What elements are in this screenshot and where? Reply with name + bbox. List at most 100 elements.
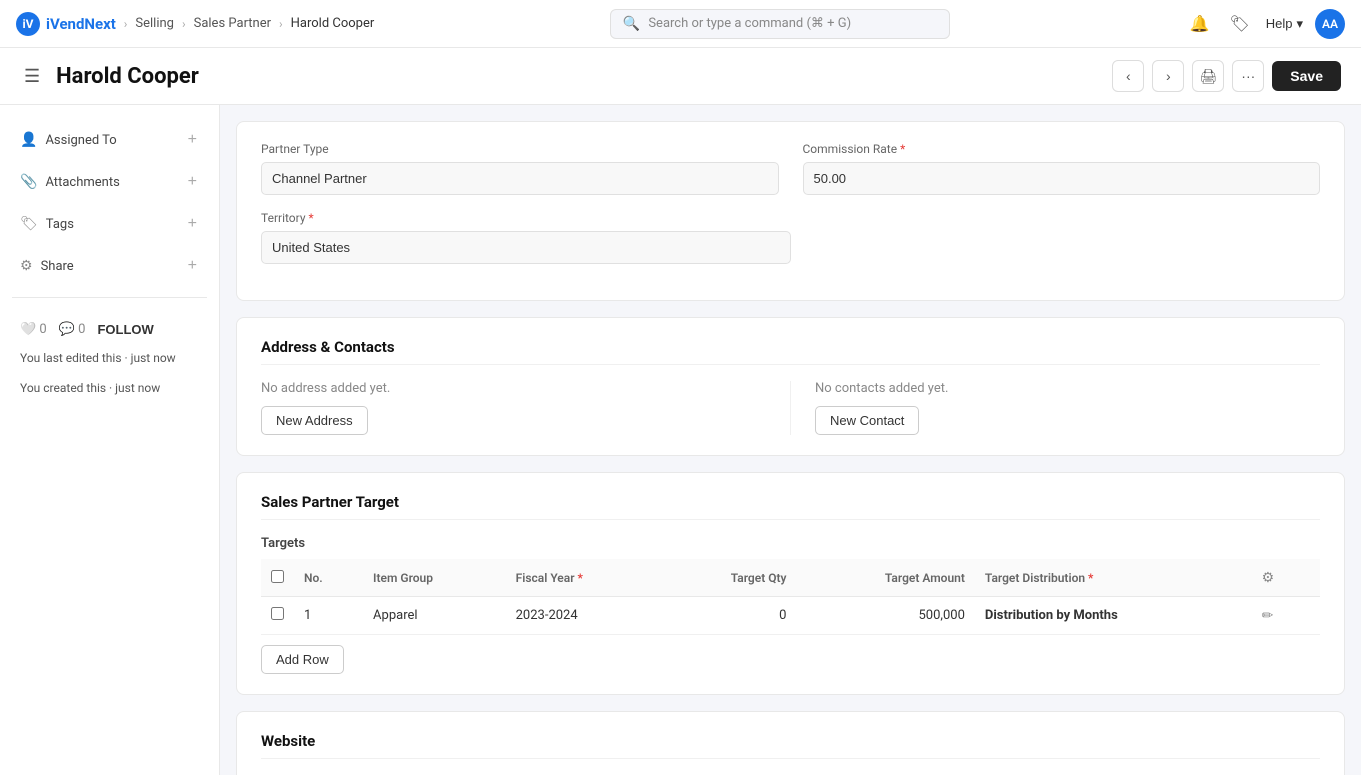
col-target-amount: Target Amount	[796, 559, 974, 597]
nav-left: iV iVendNext › Selling › Sales Partner ›…	[16, 12, 374, 36]
row-edit-cell: ✏	[1248, 597, 1320, 635]
attachments-add-button[interactable]: +	[186, 171, 199, 193]
tags-add-button[interactable]: +	[186, 213, 199, 235]
col-fiscal-year: Fiscal Year *	[506, 559, 662, 597]
breadcrumb-sep-3: ›	[279, 17, 283, 31]
search-bar[interactable]: 🔍 Search or type a command (⌘ + G)	[610, 9, 950, 39]
prev-button[interactable]: ‹	[1112, 60, 1144, 92]
breadcrumb-sep-1: ›	[124, 17, 128, 31]
notifications-icon[interactable]: 🔔	[1185, 10, 1213, 38]
brand-icon: iV	[16, 12, 40, 36]
col-item-group: Item Group	[363, 559, 506, 597]
follow-button[interactable]: FOLLOW	[97, 322, 153, 337]
layout: 👤 Assigned To + 📎 Attachments + 🏷 Tags +…	[0, 105, 1361, 775]
col-actions-header: ⚙	[1248, 559, 1320, 597]
address-contacts-title: Address & Contacts	[261, 338, 1320, 365]
breadcrumb-current: Harold Cooper	[291, 16, 375, 31]
address-col: No address added yet. New Address	[261, 381, 790, 435]
table-header-checkbox	[261, 559, 294, 597]
save-button[interactable]: Save	[1272, 61, 1341, 91]
sales-target-card: Sales Partner Target Targets No. Item Gr…	[236, 472, 1345, 695]
territory-row: Territory	[261, 211, 1320, 264]
sidebar-item-assigned-to[interactable]: 👤 Assigned To +	[12, 121, 207, 159]
chevron-down-icon: ▾	[1296, 16, 1303, 32]
row-no: 1	[294, 597, 363, 635]
table-settings-button[interactable]: ⚙	[1258, 567, 1279, 588]
targets-label: Targets	[261, 536, 1320, 551]
partner-type-group: Partner Type	[261, 142, 779, 195]
row-edit-button[interactable]: ✏	[1258, 605, 1278, 626]
breadcrumb-sales-partner[interactable]: Sales Partner	[194, 16, 271, 31]
breadcrumb-selling[interactable]: Selling	[135, 16, 174, 31]
help-label: Help	[1266, 16, 1293, 31]
col-no: No.	[294, 559, 363, 597]
sidebar-divider	[12, 297, 207, 298]
address-contacts-card: Address & Contacts No address added yet.…	[236, 317, 1345, 456]
brand-label: iVendNext	[46, 15, 116, 33]
breadcrumb-sep-2: ›	[182, 17, 186, 31]
next-button[interactable]: ›	[1152, 60, 1184, 92]
brand[interactable]: iV iVendNext	[16, 12, 116, 36]
partner-commission-row: Partner Type Commission Rate	[261, 142, 1320, 195]
assigned-to-add-button[interactable]: +	[186, 129, 199, 151]
territory-input[interactable]	[261, 231, 791, 264]
share-icon: ⚙	[20, 258, 33, 274]
row-target-distribution: Distribution by Months	[975, 597, 1248, 635]
assigned-to-icon: 👤	[20, 132, 37, 148]
partner-type-label: Partner Type	[261, 142, 779, 156]
no-contacts-text: No contacts added yet.	[815, 381, 1320, 396]
last-edited-text: You last edited this · just now	[20, 349, 199, 367]
sidebar: 👤 Assigned To + 📎 Attachments + 🏷 Tags +…	[0, 105, 220, 775]
print-button[interactable]: 🖨	[1192, 60, 1224, 92]
sidebar-attachments-label: Attachments	[45, 175, 119, 190]
nav-right: 🔔 🏷 Help ▾ AA	[1185, 9, 1345, 39]
page-title: Harold Cooper	[56, 64, 199, 89]
created-text: You created this · just now	[20, 379, 199, 397]
share-add-button[interactable]: +	[186, 255, 199, 277]
top-nav: iV iVendNext › Selling › Sales Partner ›…	[0, 0, 1361, 48]
row-item-group: Apparel	[363, 597, 506, 635]
add-row-button[interactable]: Add Row	[261, 645, 344, 674]
table-row: 1 Apparel 2023-2024 0 500,000 Distributi…	[261, 597, 1320, 635]
basic-info-card: Partner Type Commission Rate Territory	[236, 121, 1345, 301]
select-all-checkbox[interactable]	[271, 570, 284, 583]
more-options-button[interactable]: ···	[1232, 60, 1264, 92]
territory-group: Territory	[261, 211, 791, 264]
likes-count: 🤍 0	[20, 322, 47, 337]
sidebar-share-label: Share	[41, 259, 74, 274]
commission-rate-input[interactable]	[803, 162, 1321, 195]
col-target-distribution: Target Distribution *	[975, 559, 1248, 597]
new-address-button[interactable]: New Address	[261, 406, 368, 435]
col-target-qty: Target Qty	[661, 559, 796, 597]
avatar[interactable]: AA	[1315, 9, 1345, 39]
sidebar-item-share[interactable]: ⚙ Share +	[12, 247, 207, 285]
bookmark-icon[interactable]: 🏷	[1225, 10, 1253, 38]
help-button[interactable]: Help ▾	[1266, 16, 1303, 32]
hamburger-button[interactable]: ☰	[20, 62, 44, 91]
sidebar-tags-label: Tags	[46, 217, 74, 232]
activity-section: 🤍 0 💬 0 FOLLOW You last edited this · ju…	[12, 322, 207, 397]
row-fiscal-year: 2023-2024	[506, 597, 662, 635]
sidebar-assigned-to-label: Assigned To	[45, 133, 116, 148]
page-header: ☰ Harold Cooper ‹ › 🖨 ··· Save	[0, 48, 1361, 105]
activity-row: 🤍 0 💬 0 FOLLOW	[20, 322, 199, 337]
territory-label: Territory	[261, 211, 791, 225]
tags-icon: 🏷	[20, 216, 38, 232]
row-target-amount: 500,000	[796, 597, 974, 635]
address-contacts-grid: No address added yet. New Address No con…	[261, 381, 1320, 435]
search-icon: 🔍	[623, 16, 640, 32]
page-header-right: ‹ › 🖨 ··· Save	[1112, 60, 1341, 92]
attachments-icon: 📎	[20, 174, 37, 190]
sales-target-title: Sales Partner Target	[261, 493, 1320, 520]
search-area[interactable]: 🔍 Search or type a command (⌘ + G)	[580, 9, 980, 39]
row-checkbox[interactable]	[271, 607, 284, 620]
no-address-text: No address added yet.	[261, 381, 766, 396]
sidebar-item-tags[interactable]: 🏷 Tags +	[12, 205, 207, 243]
page-header-left: ☰ Harold Cooper	[20, 62, 199, 91]
new-contact-button[interactable]: New Contact	[815, 406, 919, 435]
sidebar-item-attachments[interactable]: 📎 Attachments +	[12, 163, 207, 201]
contacts-col: No contacts added yet. New Contact	[790, 381, 1320, 435]
website-card: Website Show In Website Referral Code To…	[236, 711, 1345, 775]
partner-type-input[interactable]	[261, 162, 779, 195]
commission-rate-group: Commission Rate	[803, 142, 1321, 195]
